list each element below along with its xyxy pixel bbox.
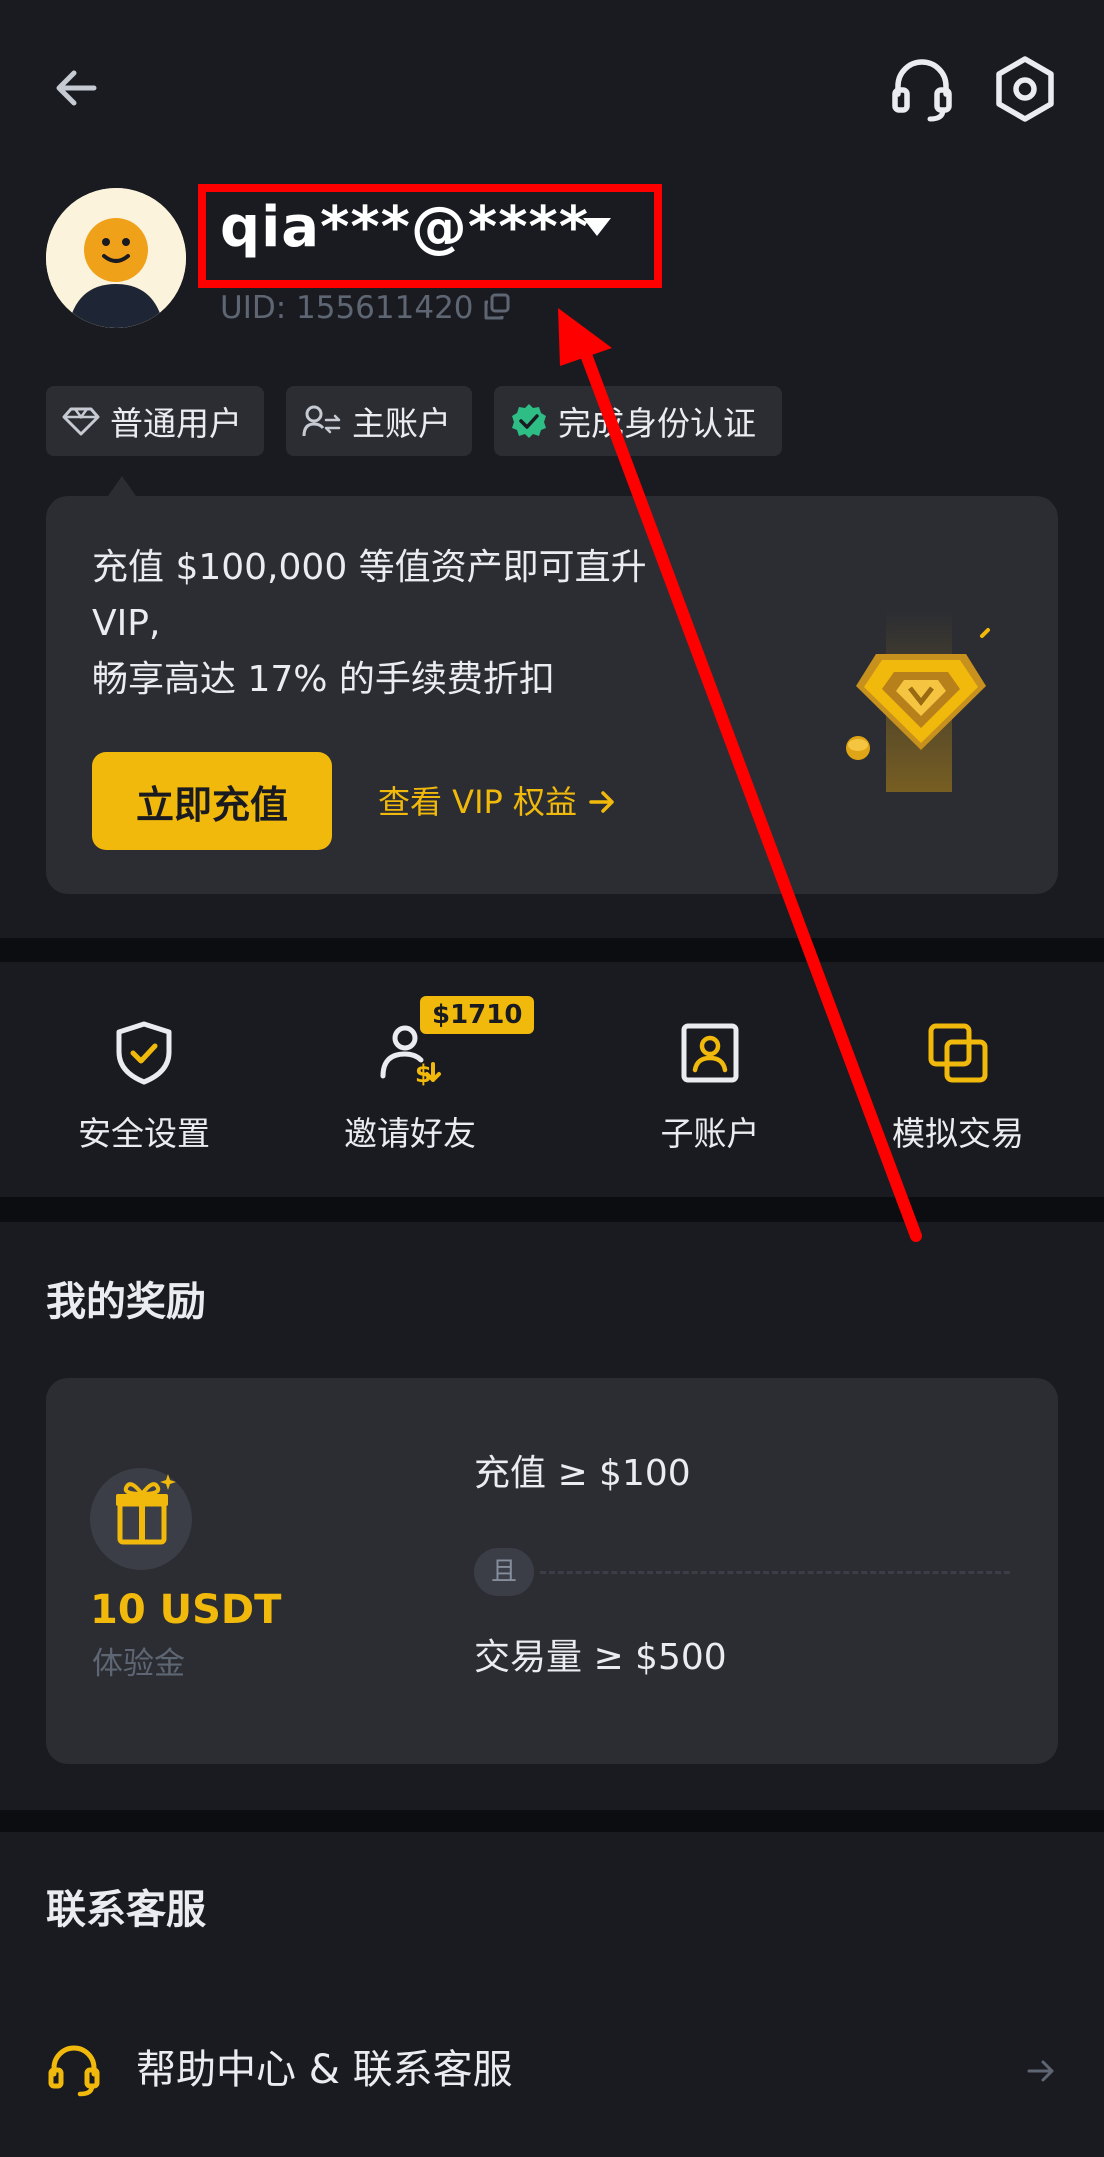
recharge-now-button[interactable]: 立即充值 xyxy=(92,752,332,850)
settings-hexagon-icon xyxy=(996,56,1054,122)
condition-deposit: 充值 ≥ $100 xyxy=(474,1453,691,1494)
dashed-divider xyxy=(540,1571,1010,1574)
vip-text-line: VIP, xyxy=(92,603,161,644)
reward-type: 体验金 xyxy=(92,1646,185,1682)
gift-icon xyxy=(116,1474,176,1545)
diamond-icon xyxy=(62,407,100,436)
sub-account-icon xyxy=(681,1023,739,1083)
customer-service-button[interactable] xyxy=(888,56,956,124)
username[interactable]: qia***@**** xyxy=(220,196,589,260)
caret-down-icon[interactable] xyxy=(580,214,614,240)
avatar[interactable] xyxy=(46,188,186,328)
shortcut-label: 模拟交易 xyxy=(892,1114,1024,1153)
tag-label: 完成身份认证 xyxy=(558,404,756,443)
tag-identity-verified[interactable]: 完成身份认证 xyxy=(494,386,782,456)
back-button[interactable] xyxy=(50,58,110,118)
shield-check-icon xyxy=(116,1021,172,1085)
vip-text-line: 充值 $100,000 等值资产即可直升 xyxy=(92,547,647,588)
avatar-icon xyxy=(46,188,186,328)
security-settings-shortcut[interactable]: 安全设置 xyxy=(44,1012,244,1162)
uid-text: UID: 155611420 xyxy=(220,290,474,326)
headset-icon xyxy=(892,59,952,122)
headset-icon xyxy=(48,2045,100,2097)
shortcut-label: 子账户 xyxy=(660,1114,760,1153)
help-center-label: 帮助中心 & 联系客服 xyxy=(136,2047,513,2093)
demo-trading-icon xyxy=(928,1023,988,1083)
vip-benefits-label: 查看 VIP 权益 xyxy=(378,783,577,821)
verified-check-icon xyxy=(512,404,546,438)
profile-page: qia***@**** UID: 155611420 普通用户 主账户 完成身份… xyxy=(0,0,1104,2157)
tag-label: 普通用户 xyxy=(110,404,242,443)
arrow-right-icon[interactable] xyxy=(1024,2054,1058,2088)
settings-button[interactable] xyxy=(990,54,1060,124)
sub-account-shortcut[interactable]: 子账户 xyxy=(610,1012,810,1162)
tag-regular-user[interactable]: 普通用户 xyxy=(46,386,264,456)
rewards-section-title: 我的奖励 xyxy=(46,1279,206,1325)
demo-trading-shortcut[interactable]: 模拟交易 xyxy=(858,1012,1058,1162)
vip-text-line: 畅享高达 17% 的手续费折扣 xyxy=(92,659,555,700)
arrow-left-icon xyxy=(56,70,97,106)
arrow-right-icon xyxy=(589,791,614,813)
shortcut-label: 邀请好友 xyxy=(344,1114,476,1153)
account-switch-icon xyxy=(302,405,341,437)
tooltip-pointer xyxy=(108,476,136,496)
copy-icon[interactable] xyxy=(482,292,512,322)
vip-diamond-badge-icon xyxy=(846,610,990,792)
reward-amount: 10 USDT xyxy=(90,1587,282,1633)
shortcut-label: 安全设置 xyxy=(78,1114,210,1153)
view-vip-benefits-link[interactable]: 查看 VIP 权益 xyxy=(378,778,617,826)
tag-main-account[interactable]: 主账户 xyxy=(286,386,472,456)
support-section-title: 联系客服 xyxy=(46,1887,206,1933)
condition-trade-volume: 交易量 ≥ $500 xyxy=(474,1637,727,1678)
and-connector: 且 xyxy=(474,1548,534,1596)
invite-reward-badge: $1710 xyxy=(420,996,535,1034)
invite-friends-shortcut[interactable]: $ 邀请好友 xyxy=(310,1012,510,1162)
tag-label: 主账户 xyxy=(352,404,451,443)
